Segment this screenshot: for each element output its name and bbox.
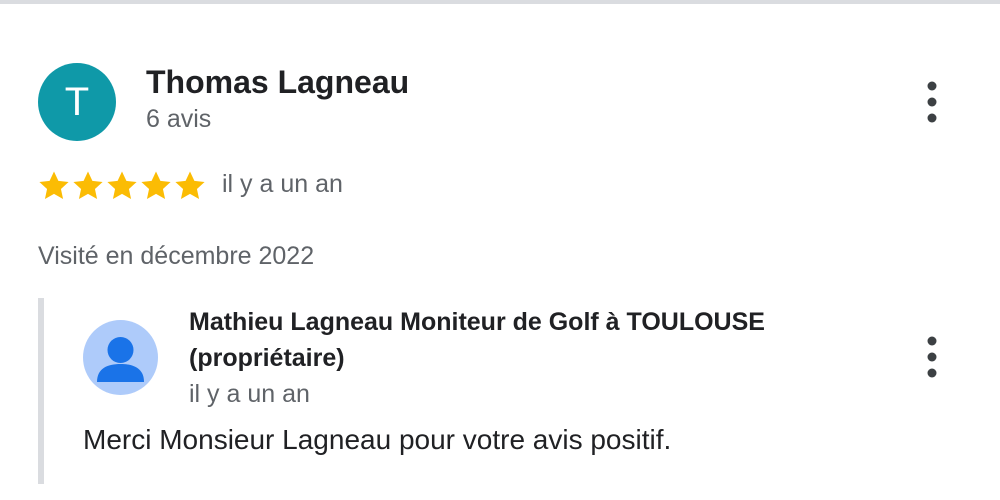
reviewer-review-count: 6 avis [146,105,212,133]
star-rating [37,168,207,204]
star-icon [141,171,171,200]
person-icon [97,337,144,382]
star-icon [39,171,69,200]
review-time: il y a un an [222,170,343,198]
owner-avatar[interactable] [83,320,158,395]
star-icon [73,171,103,200]
reply-text: Merci Monsieur Lagneau pour votre avis p… [83,424,672,455]
owner-name[interactable]: Mathieu Lagneau Moniteur de Golf à TOULO… [189,304,889,376]
star-icon [107,171,137,200]
star-icon [175,171,205,200]
top-divider [0,0,1000,4]
owner-reply-bar [38,298,44,484]
review-card: T Thomas Lagneau 6 avis il y a un an Vis… [0,0,1000,500]
visit-date: Visité en décembre 2022 [38,242,315,270]
reply-more-options-icon[interactable] [920,333,944,381]
reviewer-name[interactable]: Thomas Lagneau [146,64,409,101]
reply-time: il y a un an [189,380,310,408]
reviewer-avatar[interactable]: T [38,63,116,141]
review-more-options-icon[interactable] [920,78,944,126]
